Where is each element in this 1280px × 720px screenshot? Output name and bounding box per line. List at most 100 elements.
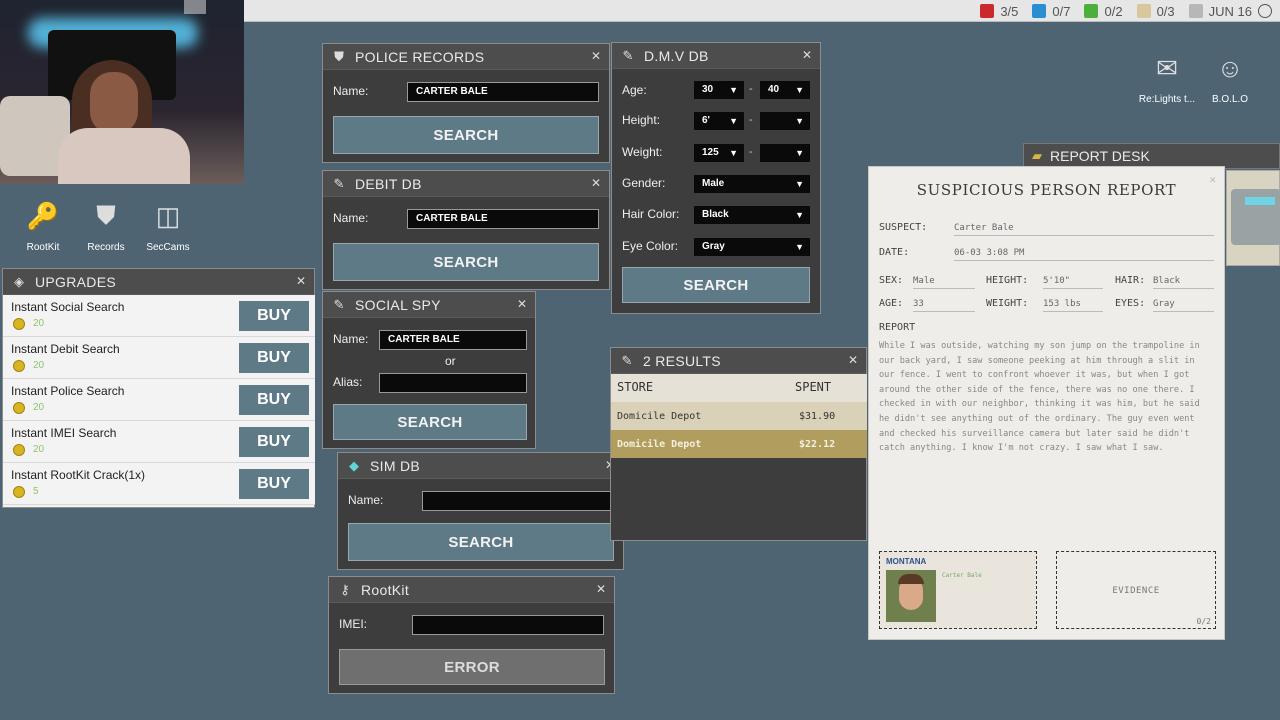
clock-icon: [1258, 4, 1272, 18]
close-icon[interactable]: ✕: [591, 49, 601, 63]
upgrades-titlebar[interactable]: ◈ UPGRADES ✕: [3, 269, 314, 295]
spy-icon: ✎: [333, 296, 345, 312]
buy-button[interactable]: BUY: [239, 301, 309, 331]
coin-icon: [13, 444, 25, 456]
sim-icon: ◆: [349, 457, 359, 473]
table-row[interactable]: Domicile Depot $31.90: [611, 402, 867, 430]
chevron-down-icon: ▼: [795, 148, 804, 158]
coin-icon: [13, 402, 25, 414]
chevron-down-icon: ▼: [795, 85, 804, 95]
buy-button[interactable]: BUY: [239, 385, 309, 415]
gender-select[interactable]: Male ▼: [694, 175, 810, 193]
usb-key-icon: 🔑: [26, 200, 60, 231]
stats-group: 3/5 0/7 0/2 0/3 JUN 16: [980, 0, 1280, 22]
stat-warrants[interactable]: 3/5: [980, 4, 1018, 19]
height-label: Height:: [622, 113, 661, 127]
height-max-select[interactable]: ▼: [760, 112, 810, 130]
police-records-titlebar[interactable]: ⛊ POLICE RECORDS ✕: [323, 44, 609, 70]
table-row[interactable]: Domicile Depot $22.12: [611, 430, 867, 458]
stat-date[interactable]: JUN 16: [1188, 4, 1272, 19]
warrant-icon: [980, 4, 995, 18]
buy-button[interactable]: BUY: [239, 343, 309, 373]
chevron-down-icon: ▼: [729, 85, 738, 95]
age-max-select[interactable]: 40 ▼: [760, 81, 810, 99]
close-icon[interactable]: ✕: [848, 353, 858, 367]
eye-color-label: Eye Color:: [622, 239, 679, 253]
buy-button[interactable]: BUY: [239, 427, 309, 457]
evidence-slot[interactable]: EVIDENCE 0/2: [1056, 551, 1216, 629]
dmv-db-titlebar[interactable]: ✎ D.M.V DB ✕: [612, 43, 820, 69]
results-header: STORE SPENT: [611, 374, 867, 402]
cash-icon: [1084, 4, 1099, 18]
name-label: Name:: [333, 84, 369, 98]
report-text: While I was outside, watching my son jum…: [879, 341, 1200, 454]
close-icon[interactable]: ✕: [591, 176, 601, 190]
imei-input[interactable]: [412, 615, 604, 635]
chevron-down-icon: ▼: [729, 148, 738, 158]
search-button[interactable]: SEARCH: [622, 267, 810, 303]
desktop-icon-bolo[interactable]: ☺ B.O.L.O: [1195, 48, 1265, 106]
rootkit-window: ⚷ RootKit ✕ IMEI: ERROR: [328, 576, 615, 694]
desk-icon: ▰: [1032, 148, 1042, 163]
alias-input[interactable]: [379, 373, 527, 393]
desktop-icon-mail[interactable]: ✉ Re:Lights t...: [1132, 48, 1202, 106]
name-input[interactable]: [422, 491, 614, 511]
coin-icon: [13, 486, 25, 498]
car-icon: ✎: [622, 47, 634, 63]
chevron-down-icon: ▼: [795, 210, 804, 220]
name-input[interactable]: CARTER BALE: [407, 82, 599, 102]
name-input[interactable]: CARTER BALE: [407, 209, 599, 229]
name-label: Name:: [333, 332, 369, 346]
weight-max-select[interactable]: ▼: [760, 144, 810, 162]
sim-db-titlebar[interactable]: ◆ SIM DB ✕: [338, 453, 623, 479]
close-icon[interactable]: ✕: [517, 297, 527, 311]
tablet-icon: [1032, 4, 1047, 18]
results-titlebar[interactable]: ✎ 2 RESULTS ✕: [611, 348, 866, 374]
coin-icon: [13, 360, 25, 372]
weight-min-select[interactable]: 125 ▼: [694, 144, 744, 162]
suspicious-person-report: ✕ SUSPICIOUS PERSON REPORT SUSPECT: Cart…: [868, 166, 1225, 640]
card-icon: ✎: [333, 175, 345, 191]
name-label: Name:: [348, 493, 384, 507]
upgrade-item: Instant IMEI Search 20 BUY: [3, 421, 315, 463]
social-spy-titlebar[interactable]: ✎ SOCIAL SPY ✕: [323, 292, 535, 318]
chevron-down-icon: ▼: [729, 116, 738, 126]
debit-db-titlebar[interactable]: ✎ DEBIT DB ✕: [323, 171, 609, 197]
hair-color-select[interactable]: Black ▼: [694, 206, 810, 224]
rootkit-titlebar[interactable]: ⚷ RootKit ✕: [329, 577, 614, 603]
desktop-icon-records[interactable]: ⛊ Records: [71, 196, 141, 253]
error-button[interactable]: ERROR: [339, 649, 605, 685]
dmv-db-window: ✎ D.M.V DB ✕ Age: 30 ▼ - 40 ▼ Height: 6' ▼ …: [611, 42, 821, 314]
stat-notes[interactable]: 0/3: [1136, 4, 1175, 19]
stat-tablets[interactable]: 0/7: [1032, 4, 1070, 19]
close-icon[interactable]: ✕: [296, 274, 306, 288]
search-button[interactable]: SEARCH: [333, 404, 527, 440]
gender-label: Gender:: [622, 176, 666, 190]
weight-label: Weight:: [622, 145, 663, 159]
chevron-down-icon: ▼: [795, 116, 804, 126]
height-min-select[interactable]: 6' ▼: [694, 112, 744, 130]
desktop-icon-rootkit[interactable]: 🔑 RootKit: [8, 196, 78, 254]
desktop-icon-seccams[interactable]: ◫ SecCams: [133, 196, 203, 254]
close-icon[interactable]: ✕: [802, 48, 812, 62]
card-icon: ✎: [621, 352, 633, 368]
age-min-select[interactable]: 30 ▼: [694, 81, 744, 99]
badge-icon: ⛊: [96, 200, 116, 230]
buy-button[interactable]: BUY: [239, 469, 309, 499]
search-button[interactable]: SEARCH: [348, 523, 614, 561]
search-button[interactable]: SEARCH: [333, 243, 599, 281]
search-button[interactable]: SEARCH: [333, 116, 599, 154]
id-photo: [886, 570, 936, 622]
close-icon[interactable]: ✕: [596, 582, 606, 596]
alias-label: Alias:: [333, 375, 363, 389]
name-label: Name:: [333, 211, 369, 225]
eye-color-select[interactable]: Gray ▼: [694, 238, 810, 256]
fax-machine[interactable]: [1226, 170, 1280, 266]
hair-color-label: Hair Color:: [622, 207, 680, 221]
results-window: ✎ 2 RESULTS ✕ STORE SPENT Domicile Depot…: [610, 347, 867, 541]
chevron-down-icon: ▼: [795, 179, 804, 189]
upgrade-item: Instant RootKit Crack(1x) 5 BUY: [3, 463, 315, 505]
stat-cash[interactable]: 0/2: [1084, 4, 1123, 19]
name-input[interactable]: CARTER BALE: [379, 330, 527, 350]
id-card[interactable]: MONTANA Carter Bale: [879, 551, 1037, 629]
